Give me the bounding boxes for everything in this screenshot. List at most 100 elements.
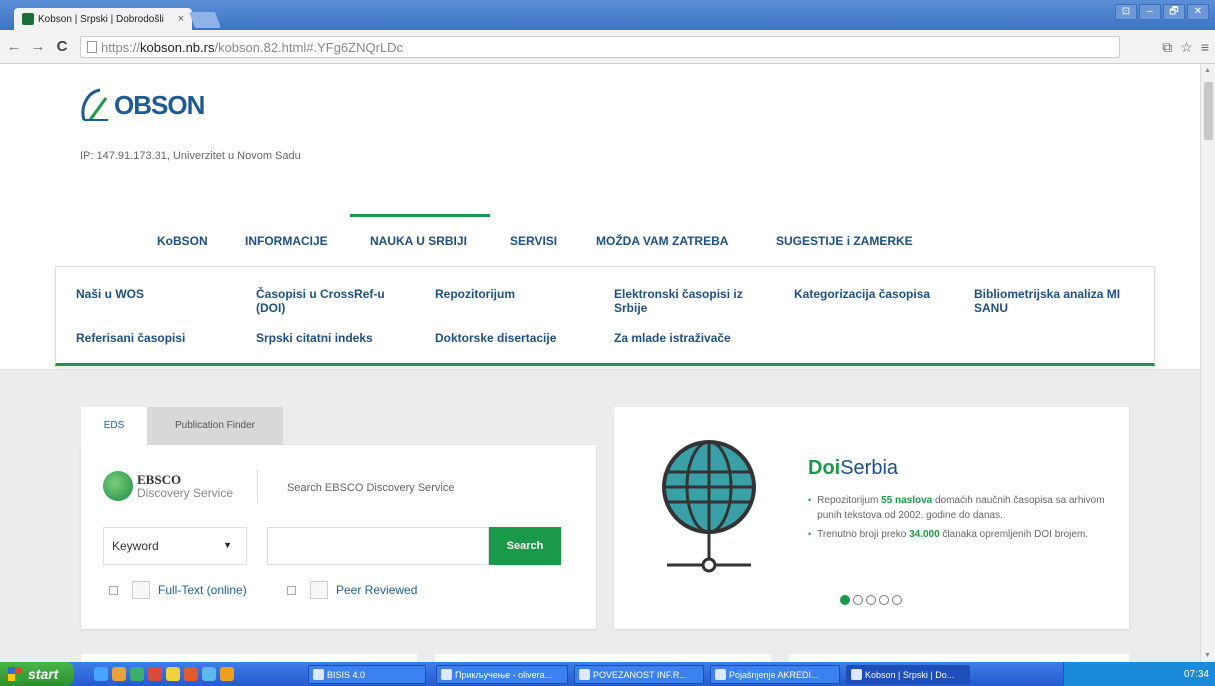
nav-item-sugestije[interactable]: SUGESTIJE i ZAMERKE — [776, 234, 913, 248]
forward-arrow-icon[interactable]: → — [28, 38, 48, 55]
taskbar-item[interactable]: Pojašnjenje AKREDI... — [710, 665, 840, 684]
submenu-item[interactable]: Časopisi u CrossRef-u (DOI) — [256, 287, 406, 315]
peer-reviewed-checkbox-box[interactable] — [310, 581, 328, 599]
scrollbar-thumb[interactable] — [1204, 82, 1213, 140]
browser-tab[interactable]: Kobson | Srpski | Dobrodošli × — [14, 8, 192, 30]
carousel-dot[interactable] — [866, 595, 876, 605]
search-card: EBSCO Discovery Service Search EBSCO Dis… — [81, 445, 596, 629]
bottom-card — [81, 654, 417, 662]
submenu-item[interactable]: Referisani časopisi — [76, 331, 226, 345]
peer-reviewed-label[interactable]: Peer Reviewed — [336, 583, 417, 597]
submenu-item[interactable]: Kategorizacija časopisa — [794, 287, 954, 301]
tab-eds[interactable]: EDS — [81, 407, 147, 445]
nav-item-mozda-vam-zatreba[interactable]: MOŽDA VAM ZATREBA — [596, 234, 728, 248]
eds-search-panel: EDS Publication Finder EBSCO Discovery S… — [81, 407, 596, 629]
extension-icon[interactable]: ⧉ — [1162, 39, 1172, 56]
app-icon — [715, 669, 726, 680]
quick-launch — [94, 667, 234, 681]
doiserbia-title-bold: Doi — [808, 457, 841, 479]
kobson-favicon-icon — [22, 13, 34, 25]
submenu-item[interactable]: Elektronski časopisi iz Srbije — [614, 287, 764, 315]
nauka-submenu: Naši u WOS Časopisi u CrossRef-u (DOI) R… — [55, 266, 1155, 366]
window-extra-button[interactable]: ⊡ — [1115, 4, 1137, 20]
address-bar[interactable]: https://kobson.nb.rs/kobson.82.html#.YFg… — [80, 36, 1120, 58]
peer-reviewed-checkbox[interactable] — [287, 585, 296, 595]
tab-close-icon[interactable]: × — [174, 13, 188, 25]
bullet-text: Repozitorijum 55 naslova domaćih naučnih… — [817, 495, 1105, 521]
window-close-button[interactable]: ✕ — [1187, 4, 1209, 20]
kobson-logo-icon — [81, 88, 108, 121]
search-input[interactable] — [267, 527, 489, 565]
bullet-mark: • — [808, 495, 812, 505]
nav-item-kobson[interactable]: KoBSON — [157, 234, 208, 248]
toolbar-actions: ⧉ ☆ ≡ — [1162, 39, 1209, 56]
nav-item-servisi[interactable]: SERVISI — [510, 234, 557, 248]
search-caption: Search EBSCO Discovery Service — [287, 482, 455, 494]
submenu-item[interactable]: Repozitorijum — [435, 287, 585, 301]
carousel-dot[interactable] — [879, 595, 889, 605]
submenu-item[interactable]: Doktorske disertacije — [435, 331, 585, 345]
ebsco-logo: EBSCO Discovery Service — [103, 471, 233, 501]
quick-launch-icon[interactable] — [130, 667, 144, 681]
taskbar-item[interactable]: BISIS 4.0 — [308, 665, 426, 684]
submenu-item[interactable]: Srpski citatni indeks — [256, 331, 406, 345]
kobson-logo[interactable]: OBSON — [78, 86, 205, 124]
app-icon — [579, 669, 590, 680]
new-tab-button[interactable] — [189, 12, 221, 28]
carousel-dot[interactable] — [853, 595, 863, 605]
scroll-down-icon[interactable]: ▼ — [1204, 652, 1211, 659]
quick-launch-icon[interactable] — [184, 667, 198, 681]
doiserbia-card[interactable]: DoiSerbia • Repozitorijum 55 naslova dom… — [614, 407, 1129, 629]
logo-text: OBSON — [114, 89, 205, 120]
window-minimize-button[interactable]: – — [1139, 4, 1161, 20]
clock[interactable]: 07:34 — [1184, 669, 1209, 680]
bullet-text: Trenutno broji preko 34.000 članaka opre… — [817, 529, 1089, 540]
start-label: start — [28, 666, 59, 682]
full-text-checkbox[interactable] — [109, 585, 118, 595]
menu-icon[interactable]: ≡ — [1201, 39, 1209, 56]
back-arrow-icon[interactable]: ← — [4, 38, 24, 55]
bookmark-star-icon[interactable]: ☆ — [1180, 39, 1193, 56]
submenu-item[interactable]: Za mlade istraživače — [614, 331, 764, 345]
quick-launch-icon[interactable] — [148, 667, 162, 681]
page-scrollbar[interactable]: ▲ ▼ — [1200, 64, 1215, 662]
url-host: kobson.nb.rs — [140, 39, 215, 55]
app-icon — [313, 669, 324, 680]
submenu-item[interactable]: Bibliometrijska analiza MI SANU — [974, 287, 1144, 315]
submenu-item[interactable]: Naši u WOS — [76, 287, 226, 301]
full-text-label[interactable]: Full-Text (online) — [158, 583, 247, 597]
doiserbia-bullet: • Trenutno broji preko 34.000 članaka op… — [808, 527, 1108, 542]
bullet-mark: • — [808, 529, 812, 539]
scroll-up-icon[interactable]: ▲ — [1204, 67, 1211, 74]
browser-titlebar: Kobson | Srpski | Dobrodošli × ⊡ – 🗗 ✕ — [0, 0, 1215, 30]
nav-item-informacije[interactable]: INFORMACIJE — [245, 234, 328, 248]
window-restore-button[interactable]: 🗗 — [1163, 4, 1185, 20]
quick-launch-icon[interactable] — [94, 667, 108, 681]
quick-launch-icon[interactable] — [202, 667, 216, 681]
quick-launch-icon[interactable] — [166, 667, 180, 681]
bottom-card — [789, 654, 1129, 662]
windows-flag-icon — [8, 667, 22, 681]
carousel-dot[interactable] — [840, 595, 850, 605]
ebsco-name: EBSCO — [137, 471, 182, 487]
nav-item-nauka-u-srbiji[interactable]: NAUKA U SRBIJI — [370, 234, 467, 248]
start-button[interactable]: start — [0, 662, 74, 686]
full-text-checkbox-box[interactable] — [132, 581, 150, 599]
search-button[interactable]: Search — [489, 527, 561, 565]
taskbar-item[interactable]: Прикључење - olivera... — [436, 665, 568, 684]
ebsco-divider — [257, 469, 258, 503]
reload-icon[interactable]: C — [52, 38, 72, 55]
quick-launch-icon[interactable] — [112, 667, 126, 681]
doiserbia-title[interactable]: DoiSerbia — [808, 457, 898, 480]
page-viewport: OBSON IP: 147.91.173.31, Univerzitet u N… — [0, 64, 1200, 662]
taskbar-item[interactable]: POVEZANOST INF.R... — [574, 665, 704, 684]
carousel-dot[interactable] — [892, 595, 902, 605]
peer-reviewed-option[interactable]: Peer Reviewed — [287, 581, 417, 599]
system-tray: 07:34 — [1063, 662, 1215, 686]
taskbar-item-active[interactable]: Kobson | Srpski | Do... — [846, 665, 970, 684]
search-field-select[interactable]: Keyword ▼ — [103, 527, 247, 565]
full-text-option[interactable]: Full-Text (online) — [109, 581, 247, 599]
windows-taskbar: start BISIS 4.0 Прикључење - olivera... … — [0, 662, 1215, 686]
quick-launch-icon[interactable] — [220, 667, 234, 681]
tab-publication-finder[interactable]: Publication Finder — [147, 407, 283, 445]
